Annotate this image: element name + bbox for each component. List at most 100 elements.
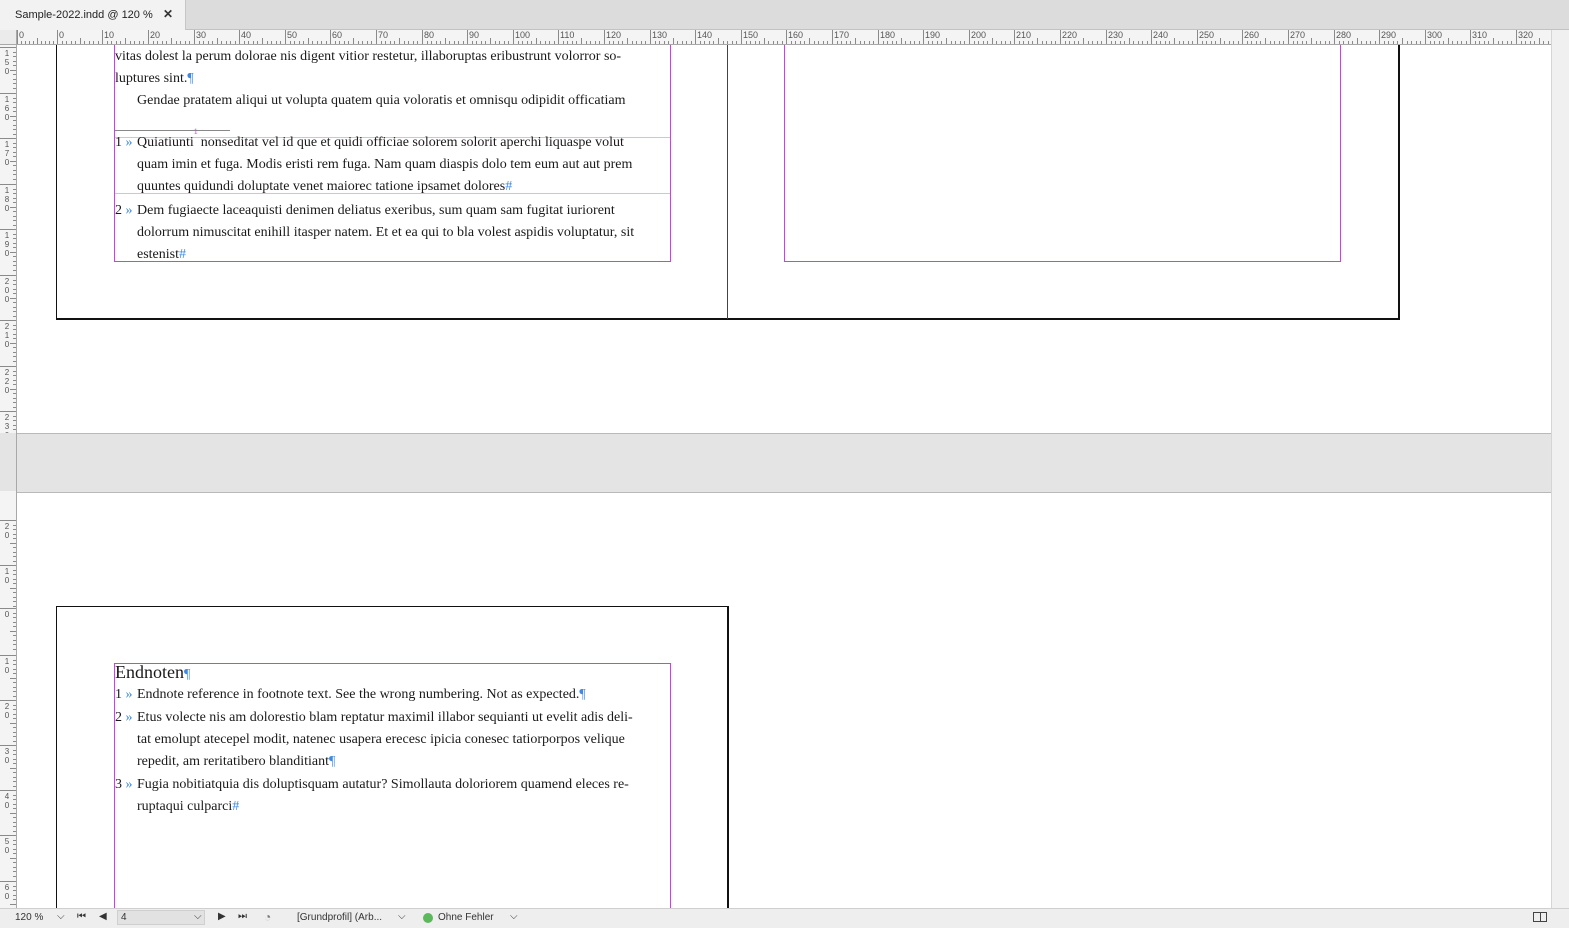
ruler-subtick [955,41,957,44]
ruler-subtick [891,41,893,44]
ruler-subtick [1228,41,1230,44]
ruler-subtick [1465,41,1467,44]
ruler-subtick [41,41,42,44]
ruler-subtick [385,41,387,44]
page-number-field[interactable]: 4 ⌵ [117,910,205,925]
ruler-subtick [13,151,16,153]
previous-page-icon[interactable]: ◀ [99,911,107,922]
ruler-subtick [303,41,304,44]
text-span: Etus volecte nis am dolorestio blam rept… [137,710,633,725]
ruler-tick [1197,30,1198,44]
ruler-subtick [13,794,16,796]
ruler-subtick [982,41,984,44]
close-icon[interactable]: ✕ [163,7,173,21]
first-page-icon[interactable]: ⏮ [77,911,86,922]
ruler-tick [604,30,605,44]
ruler-subtick [230,41,231,44]
ruler-origin[interactable] [0,30,17,45]
ruler-subtick [13,695,16,697]
ruler-subtick [13,111,16,113]
vertical-scrollbar[interactable] [1551,30,1569,908]
text-span: Endnoten [115,662,184,682]
end-of-story-mark: # [179,247,186,262]
ruler-subtick [480,41,482,44]
ruler-subtick [13,821,16,823]
ruler-subtick [978,41,979,44]
ruler-subtick [1525,41,1527,44]
ruler-subtick [1124,41,1125,44]
ruler-subtick [640,41,642,44]
ruler-subtick [927,41,929,44]
ruler-subtick [13,197,16,199]
ruler-tick [558,30,559,44]
ruler-tick [0,608,16,609]
split-view-icon[interactable] [1533,912,1547,922]
chevron-down-icon[interactable]: ⌵ [510,911,518,922]
ruler-subtick [868,41,870,44]
ruler-subtick [13,709,16,711]
chevron-down-icon[interactable]: ⌵ [57,911,65,922]
ruler-tick [0,565,16,566]
document-tab[interactable]: Sample-2022.indd @ 120 % ✕ [0,0,186,30]
horizontal-ruler[interactable]: 0 0 10 20 30 40 50 60 70 80 90 100 110 120 130 140 150 16… [17,30,1551,45]
ruler-subtick [1297,41,1299,44]
zoom-value[interactable]: 120 % [15,912,43,923]
ruler-tick [923,30,924,44]
chevron-down-icon[interactable]: ⌵ [194,911,202,922]
tab-mark: » [125,203,133,218]
ruler-label: 200 [971,30,987,40]
profile-label[interactable]: [Grundprofil] (Arb... [297,912,382,923]
ruler-subtick [1538,38,1540,44]
ruler-tick [0,320,16,321]
ruler-subtick [13,288,16,290]
ruler-subtick [1142,41,1143,44]
ruler-subtick [855,38,856,44]
ruler-subtick [946,38,947,44]
ruler-subtick [672,38,674,44]
ruler-subtick [334,41,336,44]
ruler-subtick [494,41,496,44]
ruler-subtick [1069,41,1071,44]
ruler-label: 180 [4,186,10,213]
ruler-subtick [13,538,16,540]
ruler-subtick [21,41,22,44]
ruler-tick [376,30,377,44]
ruler-subtick [964,41,966,44]
text-span: nonseditat vel id que et quidi officiae … [200,135,624,150]
ruler-subtick [1164,41,1166,44]
ruler-subtick [13,293,16,295]
ruler-subtick [13,211,16,213]
ruler-label: 20 [4,522,10,540]
ruler-subtick [1434,41,1435,44]
text-frame-right[interactable] [784,45,1341,262]
ruler-label: 220 [4,368,10,395]
ruler-subtick [13,583,16,585]
ruler-subtick [13,817,16,819]
vertical-ruler[interactable]: 1501601701801902002102202302010010203040… [0,45,17,908]
last-page-icon[interactable]: ⏭ [238,911,247,922]
ruler-subtick [1383,41,1385,44]
chevron-down-icon[interactable]: ⌵ [398,911,406,922]
ruler-subtick [13,772,16,774]
ruler-subtick [1356,38,1358,44]
ruler-subtick [312,41,313,44]
ruler-subtick [10,206,16,208]
ruler-subtick [13,826,16,828]
edit-icon[interactable]: ◔ [264,910,271,924]
ruler-subtick [526,41,528,44]
document-canvas[interactable]: vitas dolest la perum dolorae nis digent… [17,45,1551,908]
body-line: vitas dolest la perum dolorae nis digent… [115,46,670,68]
ruler-tick [1334,30,1335,44]
next-page-icon[interactable]: ▶ [218,911,226,922]
ruler-subtick [1361,41,1362,44]
ruler-subtick [485,41,487,44]
ruler-subtick [203,41,204,44]
ruler-subtick [271,41,273,44]
ruler-label: 140 [697,30,713,40]
ruler-subtick [1246,41,1248,44]
footnote-reference[interactable]: 1 [194,128,198,154]
ruler-subtick [1215,41,1216,44]
ruler-subtick [581,38,582,44]
preflight-status[interactable]: Ohne Fehler [438,912,494,923]
ruler-subtick [1447,38,1449,44]
